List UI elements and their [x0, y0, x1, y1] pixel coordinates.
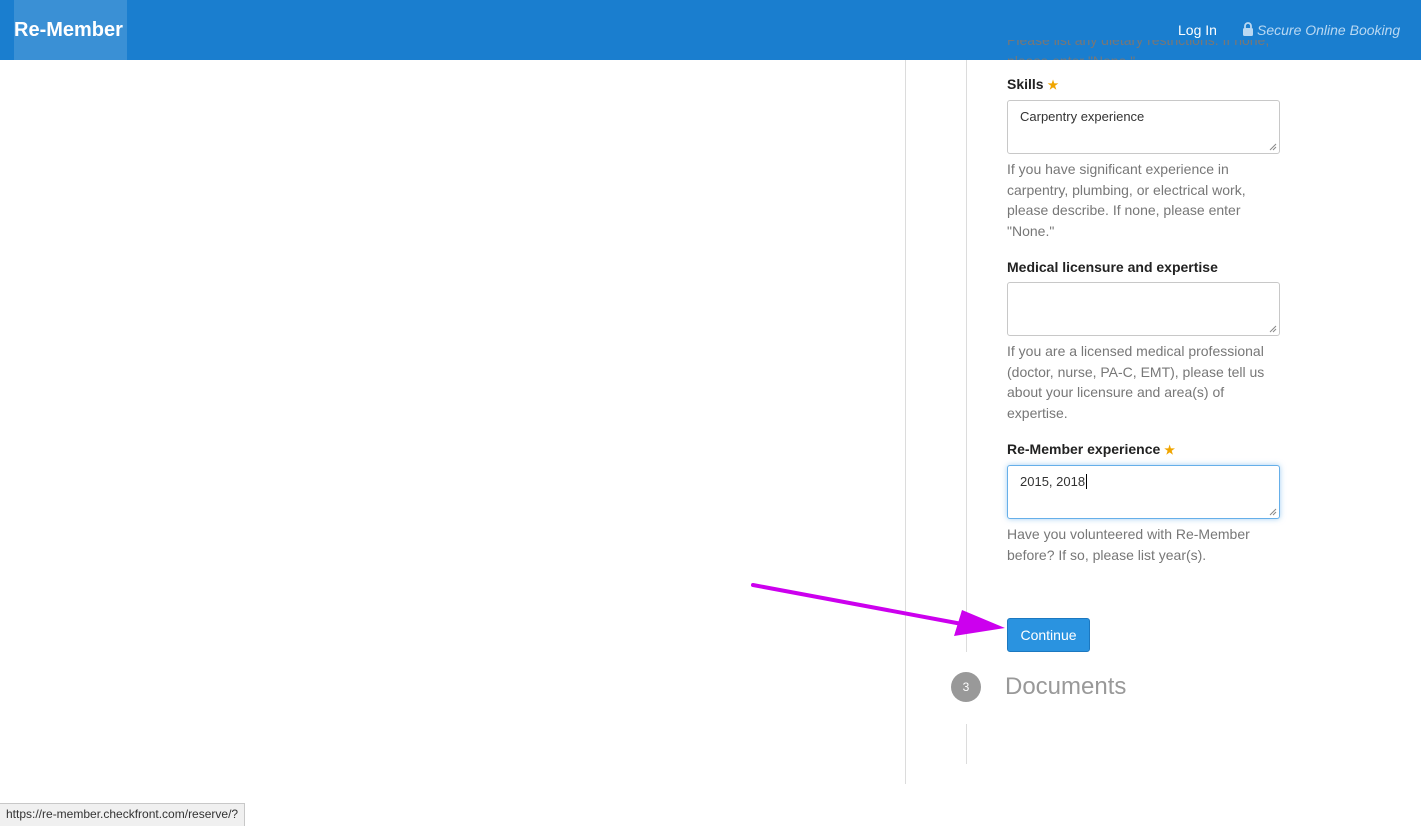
- lock-icon: [1242, 21, 1254, 41]
- medical-textarea[interactable]: [1007, 282, 1280, 336]
- required-star-icon: ★: [1164, 443, 1176, 457]
- medical-label: Medical licensure and expertise: [1007, 259, 1218, 275]
- experience-label: Re-Member experience ★: [1007, 441, 1176, 457]
- step-connector-line: [966, 724, 967, 764]
- secure-booking-label: Secure Online Booking: [1242, 20, 1400, 41]
- continue-button[interactable]: Continue: [1007, 618, 1090, 652]
- resize-handle-icon[interactable]: [1269, 508, 1277, 516]
- booking-form: Please list any dietary restrictions. If…: [1007, 40, 1280, 565]
- skills-textarea[interactable]: Carpentry experience: [1007, 100, 1280, 154]
- required-star-icon: ★: [1047, 78, 1059, 92]
- experience-help-text: Have you volunteered with Re-Member befo…: [1007, 526, 1250, 563]
- secure-booking-text: Secure Online Booking: [1257, 22, 1401, 38]
- text-cursor: [1086, 474, 1088, 489]
- skills-help-text: If you have significant experience in ca…: [1007, 161, 1246, 239]
- dietary-help-text: Please list any dietary restrictions. If…: [1007, 40, 1270, 60]
- arrow-annotation-icon: [751, 583, 1005, 636]
- step-connector-line: [966, 60, 967, 652]
- brand-logo[interactable]: Re-Member: [14, 0, 127, 60]
- login-link[interactable]: Log In: [1178, 20, 1217, 40]
- step-title-documents[interactable]: Documents: [1005, 672, 1126, 702]
- resize-handle-icon[interactable]: [1269, 325, 1277, 333]
- status-bar-url: https://re-member.checkfront.com/reserve…: [0, 803, 246, 826]
- experience-textarea[interactable]: 2015, 2018: [1007, 465, 1280, 519]
- medical-help-text: If you are a licensed medical profession…: [1007, 343, 1265, 421]
- dietary-help-clipped: Please list any dietary restrictions. If…: [1007, 40, 1280, 60]
- skills-label: Skills ★: [1007, 76, 1059, 92]
- column-divider: [905, 60, 906, 784]
- step-number-badge: 3: [951, 672, 981, 702]
- resize-handle-icon[interactable]: [1269, 143, 1277, 151]
